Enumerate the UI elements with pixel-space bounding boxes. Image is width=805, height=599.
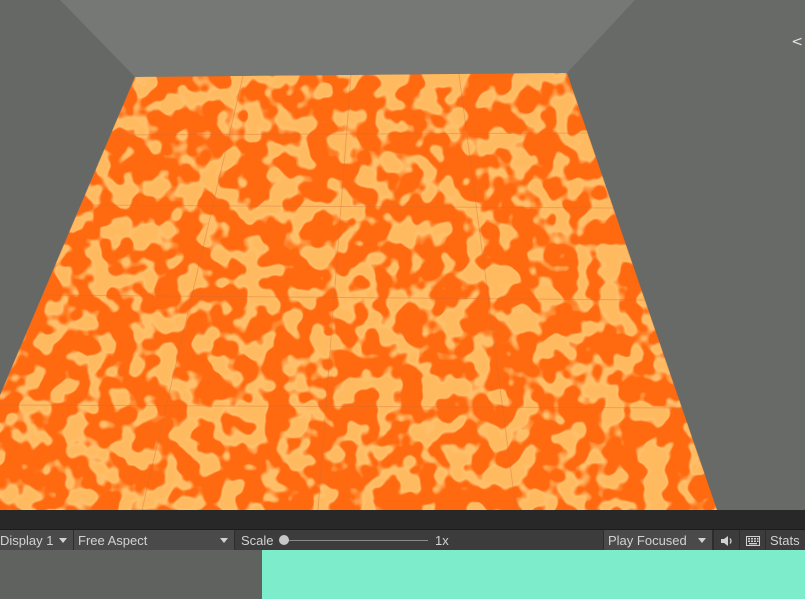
speaker-icon [720, 535, 732, 546]
toolbar-strip: Display 1 Free Aspect Scale 1x Play Focu… [0, 529, 805, 551]
scale-slider-thumb[interactable] [279, 535, 289, 545]
game-viewport[interactable]: < [0, 0, 805, 510]
stats-button[interactable]: Stats [765, 530, 805, 551]
keyboard-icon [745, 535, 760, 546]
gizmo-indicator: < [791, 34, 803, 50]
back-wall [60, 0, 635, 77]
scene-render [0, 0, 805, 510]
play-mode-label: Play Focused [608, 533, 687, 548]
scale-label: Scale [241, 533, 274, 548]
chevron-down-icon [220, 538, 228, 543]
play-mode-dropdown[interactable]: Play Focused [603, 530, 713, 551]
chevron-down-icon [698, 538, 706, 543]
chevron-down-icon [59, 538, 67, 543]
keyboard-shortcuts-button[interactable] [739, 530, 765, 551]
mute-audio-button[interactable] [713, 530, 739, 551]
bottom-left-panel [0, 550, 262, 599]
game-toolbar: Display 1 Free Aspect Scale 1x Play Focu… [0, 510, 805, 551]
display-dropdown[interactable]: Display 1 [0, 530, 74, 551]
aspect-dropdown[interactable]: Free Aspect [74, 530, 235, 551]
display-label: Display 1 [0, 533, 54, 548]
scale-slider-track[interactable] [284, 540, 428, 541]
scale-value: 1x [435, 533, 449, 548]
bottom-right-panel [262, 550, 805, 599]
aspect-label: Free Aspect [78, 533, 148, 548]
